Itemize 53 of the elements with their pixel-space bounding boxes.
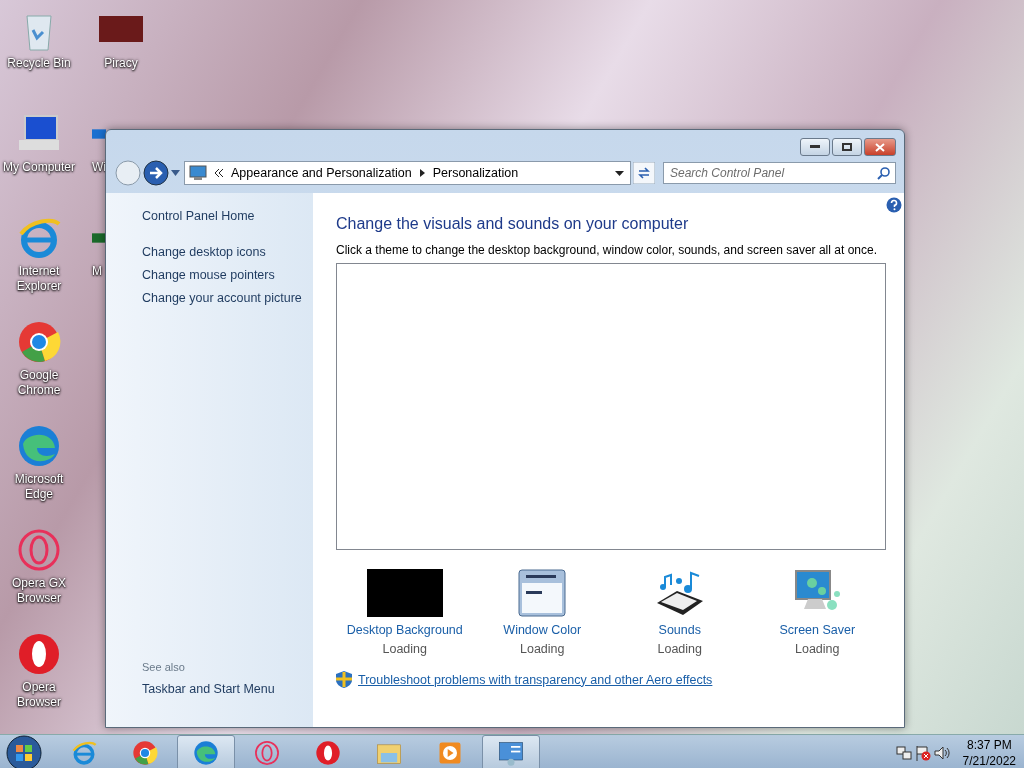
forward-button[interactable] xyxy=(143,160,169,186)
clock-date[interactable]: 7/21/2022 xyxy=(962,753,1016,768)
clock-time[interactable]: 8:37 PM xyxy=(966,737,1012,753)
ie-icon xyxy=(70,739,98,767)
breadcrumb-item[interactable]: Appearance and Personalization xyxy=(231,166,412,180)
page-heading: Change the visuals and sounds on your computer xyxy=(336,215,690,233)
minimize-button[interactable] xyxy=(800,138,830,156)
breadcrumb-arrow-icon[interactable] xyxy=(419,169,425,177)
minimize-icon xyxy=(810,145,820,149)
dropdown-caret-icon[interactable] xyxy=(171,170,180,176)
see-also-heading: See also xyxy=(142,661,186,673)
search-icon[interactable] xyxy=(877,167,890,180)
shield-icon xyxy=(336,671,352,688)
setting-status: Loading xyxy=(657,642,702,656)
taskbar-button[interactable] xyxy=(177,735,235,768)
window-color-icon[interactable] xyxy=(518,569,567,617)
setting-link[interactable]: Window Color xyxy=(503,623,582,637)
sidebar-link[interactable]: Change your account picture xyxy=(142,291,313,306)
operagx-icon xyxy=(253,739,281,767)
double-chevron-icon[interactable] xyxy=(215,169,223,177)
address-bar[interactable]: Appearance and Personalization Personalization xyxy=(184,161,631,185)
edge-icon xyxy=(192,739,220,767)
sidebar-link[interactable]: Control Panel Home xyxy=(142,209,313,224)
refresh-button[interactable] xyxy=(633,162,655,184)
maximize-icon xyxy=(842,143,852,151)
opera-icon xyxy=(314,739,342,767)
control-icon xyxy=(497,739,525,767)
setting-status: Loading xyxy=(520,642,565,656)
chrome-icon xyxy=(131,739,159,767)
close-icon xyxy=(875,142,885,152)
search-field[interactable]: Search Control Panel xyxy=(663,162,896,184)
breadcrumb-item[interactable]: Personalization xyxy=(432,166,519,180)
maximize-button[interactable] xyxy=(832,138,862,156)
troubleshoot-link[interactable]: Troubleshoot problems with transparency and other Aero effects xyxy=(358,672,713,687)
start-button[interactable] xyxy=(6,735,42,768)
help-icon[interactable] xyxy=(886,197,902,213)
setting-link[interactable]: Desktop Background xyxy=(346,623,463,637)
setting-status: Loading xyxy=(382,642,427,656)
background-thumbnail[interactable] xyxy=(366,569,443,617)
taskbar-button[interactable] xyxy=(482,735,540,768)
sidebar-link[interactable]: Change desktop icons xyxy=(142,245,313,260)
setting-status: Loading xyxy=(795,642,840,656)
control-panel-icon xyxy=(189,165,207,181)
description-text: Click a theme to change the desktop background, window color, sounds, and screen saver all at once. xyxy=(336,243,878,257)
network-icon[interactable] xyxy=(895,745,912,761)
flag-error-icon[interactable] xyxy=(914,745,931,761)
sidebar-link[interactable]: Change mouse pointers xyxy=(142,268,313,283)
history-caret-icon[interactable] xyxy=(615,170,624,176)
volume-icon[interactable] xyxy=(933,745,950,761)
sidebar-link[interactable]: Taskbar and Start Menu xyxy=(142,682,313,697)
setting-link[interactable]: Screen Saver xyxy=(779,623,856,637)
close-button[interactable] xyxy=(864,138,896,156)
setting-link[interactable]: Sounds xyxy=(658,623,701,637)
